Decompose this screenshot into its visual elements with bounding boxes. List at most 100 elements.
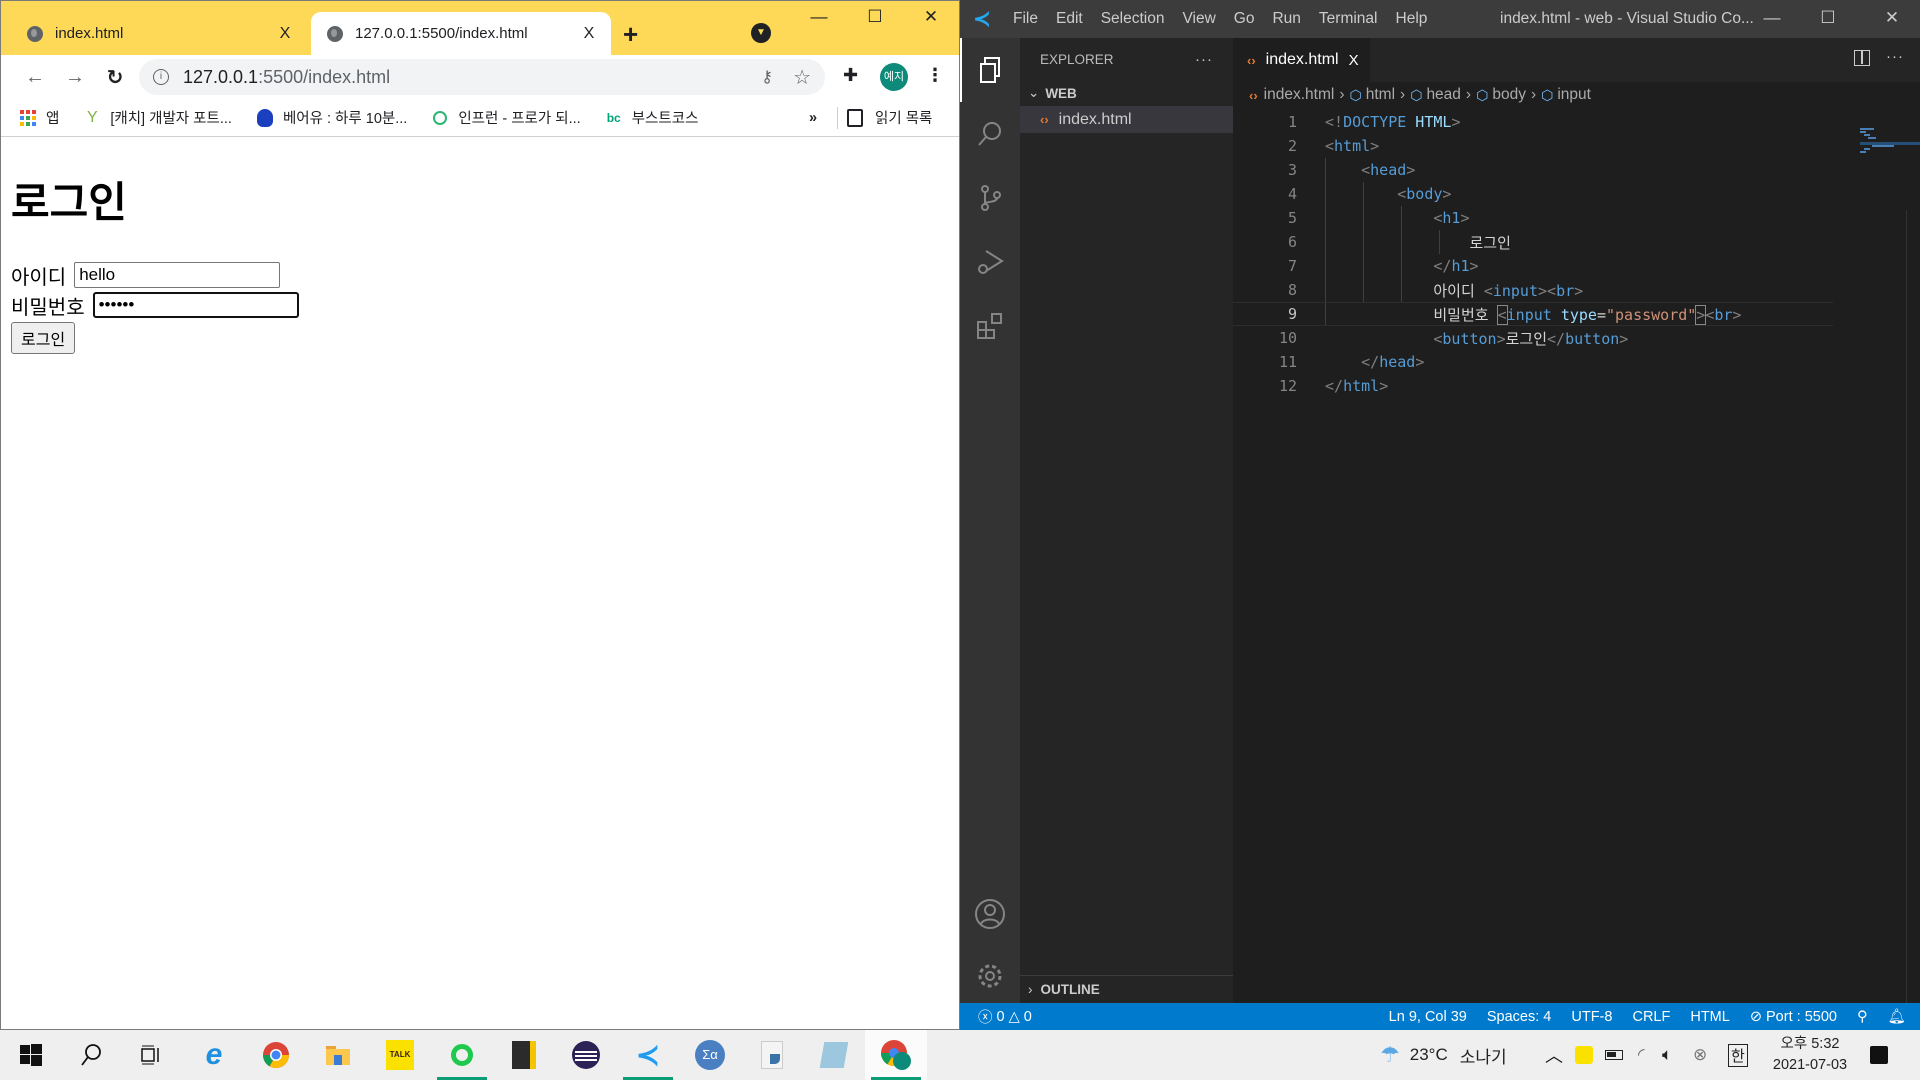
- minimap[interactable]: [1860, 126, 1920, 166]
- wifi-icon[interactable]: ◜: [1638, 1030, 1645, 1080]
- language-mode[interactable]: HTML: [1690, 1009, 1729, 1025]
- source-control-icon[interactable]: [960, 166, 1020, 230]
- bookmark-catch[interactable]: Y [캐치] 개발자 포트...: [83, 107, 232, 128]
- info-icon[interactable]: i: [153, 69, 169, 85]
- sticky-notes-icon[interactable]: [493, 1030, 555, 1080]
- menu-terminal[interactable]: Terminal: [1310, 10, 1387, 28]
- new-tab-button[interactable]: +: [623, 19, 638, 50]
- menu-run[interactable]: Run: [1263, 10, 1309, 28]
- outline-section[interactable]: › OUTLINE: [1020, 975, 1233, 1003]
- settings-gear-icon[interactable]: [960, 960, 1020, 992]
- tab-close-button[interactable]: X: [271, 25, 299, 43]
- folder-label: WEB: [1045, 85, 1077, 101]
- maximize-button[interactable]: ☐: [1800, 8, 1856, 28]
- file-index-html[interactable]: ‹› index.html: [1020, 106, 1233, 133]
- login-button[interactable]: 로그인: [11, 322, 76, 354]
- tab-close-button[interactable]: X: [575, 25, 603, 43]
- ime-indicator[interactable]: 한: [1728, 1030, 1748, 1080]
- task-view-icon[interactable]: [120, 1030, 182, 1080]
- address-bar[interactable]: i 127.0.0.1:5500/index.html ⚷ ☆: [139, 59, 825, 95]
- chrome-menu-icon[interactable]: ⋮: [926, 65, 944, 86]
- menu-help[interactable]: Help: [1387, 10, 1437, 28]
- breadcrumb-input[interactable]: ⬡ input: [1541, 86, 1591, 104]
- bookmark-star-icon[interactable]: ☆: [793, 65, 811, 90]
- reload-icon[interactable]: ↻: [95, 65, 135, 90]
- vertical-scrollbar[interactable]: [1906, 210, 1920, 1010]
- maximize-button[interactable]: ☐: [847, 7, 903, 27]
- explorer-more-icon[interactable]: ···: [1195, 51, 1213, 68]
- breadcrumb-body[interactable]: ⬡ body: [1476, 86, 1526, 104]
- notepad-icon[interactable]: [803, 1030, 865, 1080]
- tab-localhost[interactable]: 127.0.0.1:5500/index.html X: [311, 12, 611, 55]
- accounts-icon[interactable]: [960, 898, 1020, 930]
- bookmark-boostcourse[interactable]: bc 부스트코스: [605, 107, 699, 128]
- battery-icon[interactable]: [1605, 1030, 1623, 1080]
- problems-indicator[interactable]: ⓧ 0 △ 0: [960, 1006, 1032, 1027]
- notifications-bell-icon[interactable]: 🔔︎: [1888, 1008, 1906, 1025]
- breadcrumb-head[interactable]: ⬡ head: [1410, 86, 1461, 104]
- chrome-profile-icon[interactable]: [865, 1030, 927, 1080]
- bookmark-apps[interactable]: 앱: [19, 107, 59, 128]
- bookmark-inflearn[interactable]: 인프런 - 프로가 되...: [431, 107, 581, 128]
- menu-selection[interactable]: Selection: [1092, 10, 1174, 28]
- system-clock[interactable]: 오후 5:32 2021-07-03: [1760, 1034, 1860, 1076]
- start-button[interactable]: [0, 1030, 62, 1080]
- extensions-icon[interactable]: ✚: [843, 65, 858, 86]
- breadcrumb-html[interactable]: ⬡ html: [1350, 86, 1396, 104]
- explorer-icon[interactable]: [960, 38, 1020, 102]
- minimize-button[interactable]: —: [791, 7, 847, 27]
- extensions-icon[interactable]: [960, 294, 1020, 358]
- split-editor-icon[interactable]: [1854, 50, 1870, 66]
- chrome-icon[interactable]: [245, 1030, 307, 1080]
- kakaotalk-tray-icon[interactable]: [1575, 1030, 1593, 1080]
- menu-view[interactable]: View: [1173, 10, 1224, 28]
- bookmark-bearu[interactable]: 베어유 : 하루 10분...: [256, 107, 407, 128]
- eclipse-icon[interactable]: [555, 1030, 617, 1080]
- close-window-button[interactable]: ✕: [903, 7, 959, 27]
- id-input[interactable]: [74, 262, 281, 288]
- profile-avatar[interactable]: 예지: [880, 63, 908, 91]
- indentation[interactable]: Spaces: 4: [1487, 1009, 1552, 1025]
- back-icon[interactable]: ←: [15, 66, 55, 89]
- cursor-position[interactable]: Ln 9, Col 39: [1389, 1009, 1467, 1025]
- network-disconnected-icon[interactable]: ⊗: [1693, 1030, 1707, 1080]
- weather-widget[interactable]: ☂ 23°C 소나기: [1380, 1030, 1507, 1080]
- kakaotalk-icon[interactable]: TALK: [369, 1030, 431, 1080]
- editor-tab-close-button[interactable]: X: [1349, 52, 1359, 69]
- naver-whale-icon[interactable]: [431, 1030, 493, 1080]
- tab-search-icon[interactable]: ▼: [751, 23, 771, 43]
- search-icon[interactable]: [60, 1030, 122, 1080]
- volume-icon[interactable]: 🔈︎: [1662, 1030, 1672, 1080]
- internet-explorer-icon[interactable]: e: [183, 1030, 245, 1080]
- folder-web[interactable]: ⌄ WEB: [1020, 80, 1233, 106]
- minimize-button[interactable]: —: [1744, 8, 1800, 28]
- breadcrumb-file[interactable]: ‹› index.html: [1249, 86, 1334, 104]
- live-server-port[interactable]: ⊘ Port : 5500: [1750, 1009, 1837, 1025]
- python-file-icon[interactable]: [741, 1030, 803, 1080]
- bookmarks-overflow-button[interactable]: »: [809, 110, 817, 126]
- math-input-icon[interactable]: Σα: [679, 1030, 741, 1080]
- run-debug-icon[interactable]: [960, 230, 1020, 294]
- vscode-icon[interactable]: ≺: [617, 1030, 679, 1080]
- editor-tab-index-html[interactable]: ‹› index.html X: [1233, 38, 1370, 82]
- menu-go[interactable]: Go: [1225, 10, 1264, 28]
- show-hidden-icons[interactable]: ︿: [1545, 1030, 1563, 1080]
- forward-icon[interactable]: →: [55, 66, 95, 89]
- password-input[interactable]: [92, 292, 299, 318]
- reading-list-button[interactable]: 읽기 목록: [847, 107, 932, 128]
- tab-index-html[interactable]: index.html X: [11, 12, 307, 55]
- line-ending[interactable]: CRLF: [1632, 1009, 1670, 1025]
- key-icon[interactable]: ⚷: [761, 67, 773, 87]
- feedback-icon[interactable]: ⚲: [1857, 1009, 1868, 1025]
- editor-more-icon[interactable]: ···: [1886, 48, 1904, 65]
- line-number: 9: [1287, 305, 1297, 323]
- menu-file[interactable]: File: [1004, 10, 1047, 28]
- code-editor[interactable]: 1 <!DOCTYPE HTML> 2 <html> 3 <head> 4 <b…: [1233, 110, 1833, 398]
- encoding[interactable]: UTF-8: [1571, 1009, 1612, 1025]
- action-center-icon[interactable]: [1870, 1030, 1888, 1080]
- bookmark-label: 앱: [46, 111, 60, 127]
- menu-edit[interactable]: Edit: [1047, 10, 1092, 28]
- close-window-button[interactable]: ✕: [1864, 8, 1920, 28]
- file-explorer-icon[interactable]: [307, 1030, 369, 1080]
- search-icon[interactable]: [960, 102, 1020, 166]
